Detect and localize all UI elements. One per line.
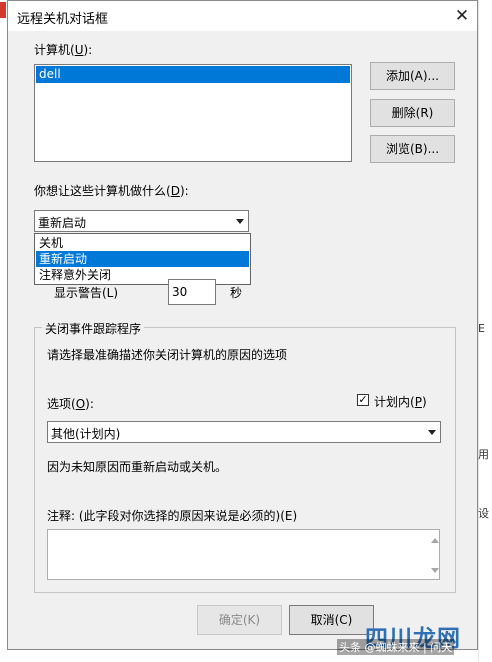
group-title: 关闭事件跟踪程序 <box>42 320 145 337</box>
dropdown-option-restart[interactable]: 重新启动 <box>36 251 249 267</box>
action-label: 你想让这些计算机做什么(D): <box>34 184 189 198</box>
delete-button[interactable]: 删除(R) <box>370 99 455 127</box>
reason-select[interactable]: 其他(计划内) <box>47 421 441 443</box>
show-warning-label: 显示警告(L) <box>54 286 119 300</box>
ok-button[interactable]: 确定(K) <box>197 605 282 635</box>
title-bar[interactable]: 远程关机对话框 ✕ <box>8 1 477 31</box>
computer-list[interactable]: dell <box>34 64 352 162</box>
planned-label: 计划内(P) <box>374 395 427 409</box>
scroll-down-icon[interactable] <box>431 568 439 573</box>
dialog-title: 远程关机对话框 <box>17 12 109 27</box>
reason-select-value: 其他(计划内) <box>51 427 121 441</box>
warning-seconds-input[interactable]: 30 <box>168 279 216 305</box>
tracker-instruction: 请选择最准确描述你关闭计算机的原因的选项 <box>47 348 288 362</box>
comment-label: 注释: (此字段对你选择的原因来说是必须的)(E) <box>47 509 298 523</box>
scroll-up-icon[interactable] <box>431 538 439 543</box>
action-select-value: 重新启动 <box>38 216 87 230</box>
chevron-down-icon[interactable] <box>236 219 244 224</box>
background-edge-text: E <box>478 322 485 335</box>
chevron-down-icon[interactable] <box>428 430 436 435</box>
browse-button[interactable]: 浏览(B)... <box>370 135 455 163</box>
comment-textarea[interactable] <box>47 529 440 580</box>
list-item[interactable]: dell <box>36 66 350 83</box>
computers-label: 计算机(U): <box>34 43 93 57</box>
dropdown-option-annotate[interactable]: 注释意外关闭 <box>36 267 249 283</box>
seconds-unit: 秒 <box>230 286 243 300</box>
close-icon[interactable]: ✕ <box>449 3 475 29</box>
watermark: 四川龙网 头条 @蜘蛛来来 | 问天 <box>333 619 468 657</box>
background-edge-text: 设 <box>478 507 489 520</box>
remote-shutdown-dialog: 远程关机对话框 ✕ 计算机(U): dell 添加(A)... 删除(R) 浏览… <box>7 0 478 650</box>
add-button[interactable]: 添加(A)... <box>370 62 455 90</box>
action-select[interactable]: 重新启动 <box>34 210 249 232</box>
warning-seconds-value: 30 <box>172 285 188 299</box>
background-edge-text: 用 <box>478 448 489 461</box>
dropdown-option-shutdown[interactable]: 关机 <box>36 235 249 251</box>
option-label: 选项(O): <box>47 397 94 411</box>
reason-description: 因为未知原因而重新启动或关机。 <box>47 460 228 474</box>
planned-checkbox[interactable]: ✓ <box>357 394 369 406</box>
background-red-mark <box>0 2 6 18</box>
watermark-caption: 头条 @蜘蛛来来 | 问天 <box>337 639 455 655</box>
action-dropdown[interactable]: 关机 重新启动 注释意外关闭 <box>34 233 251 285</box>
